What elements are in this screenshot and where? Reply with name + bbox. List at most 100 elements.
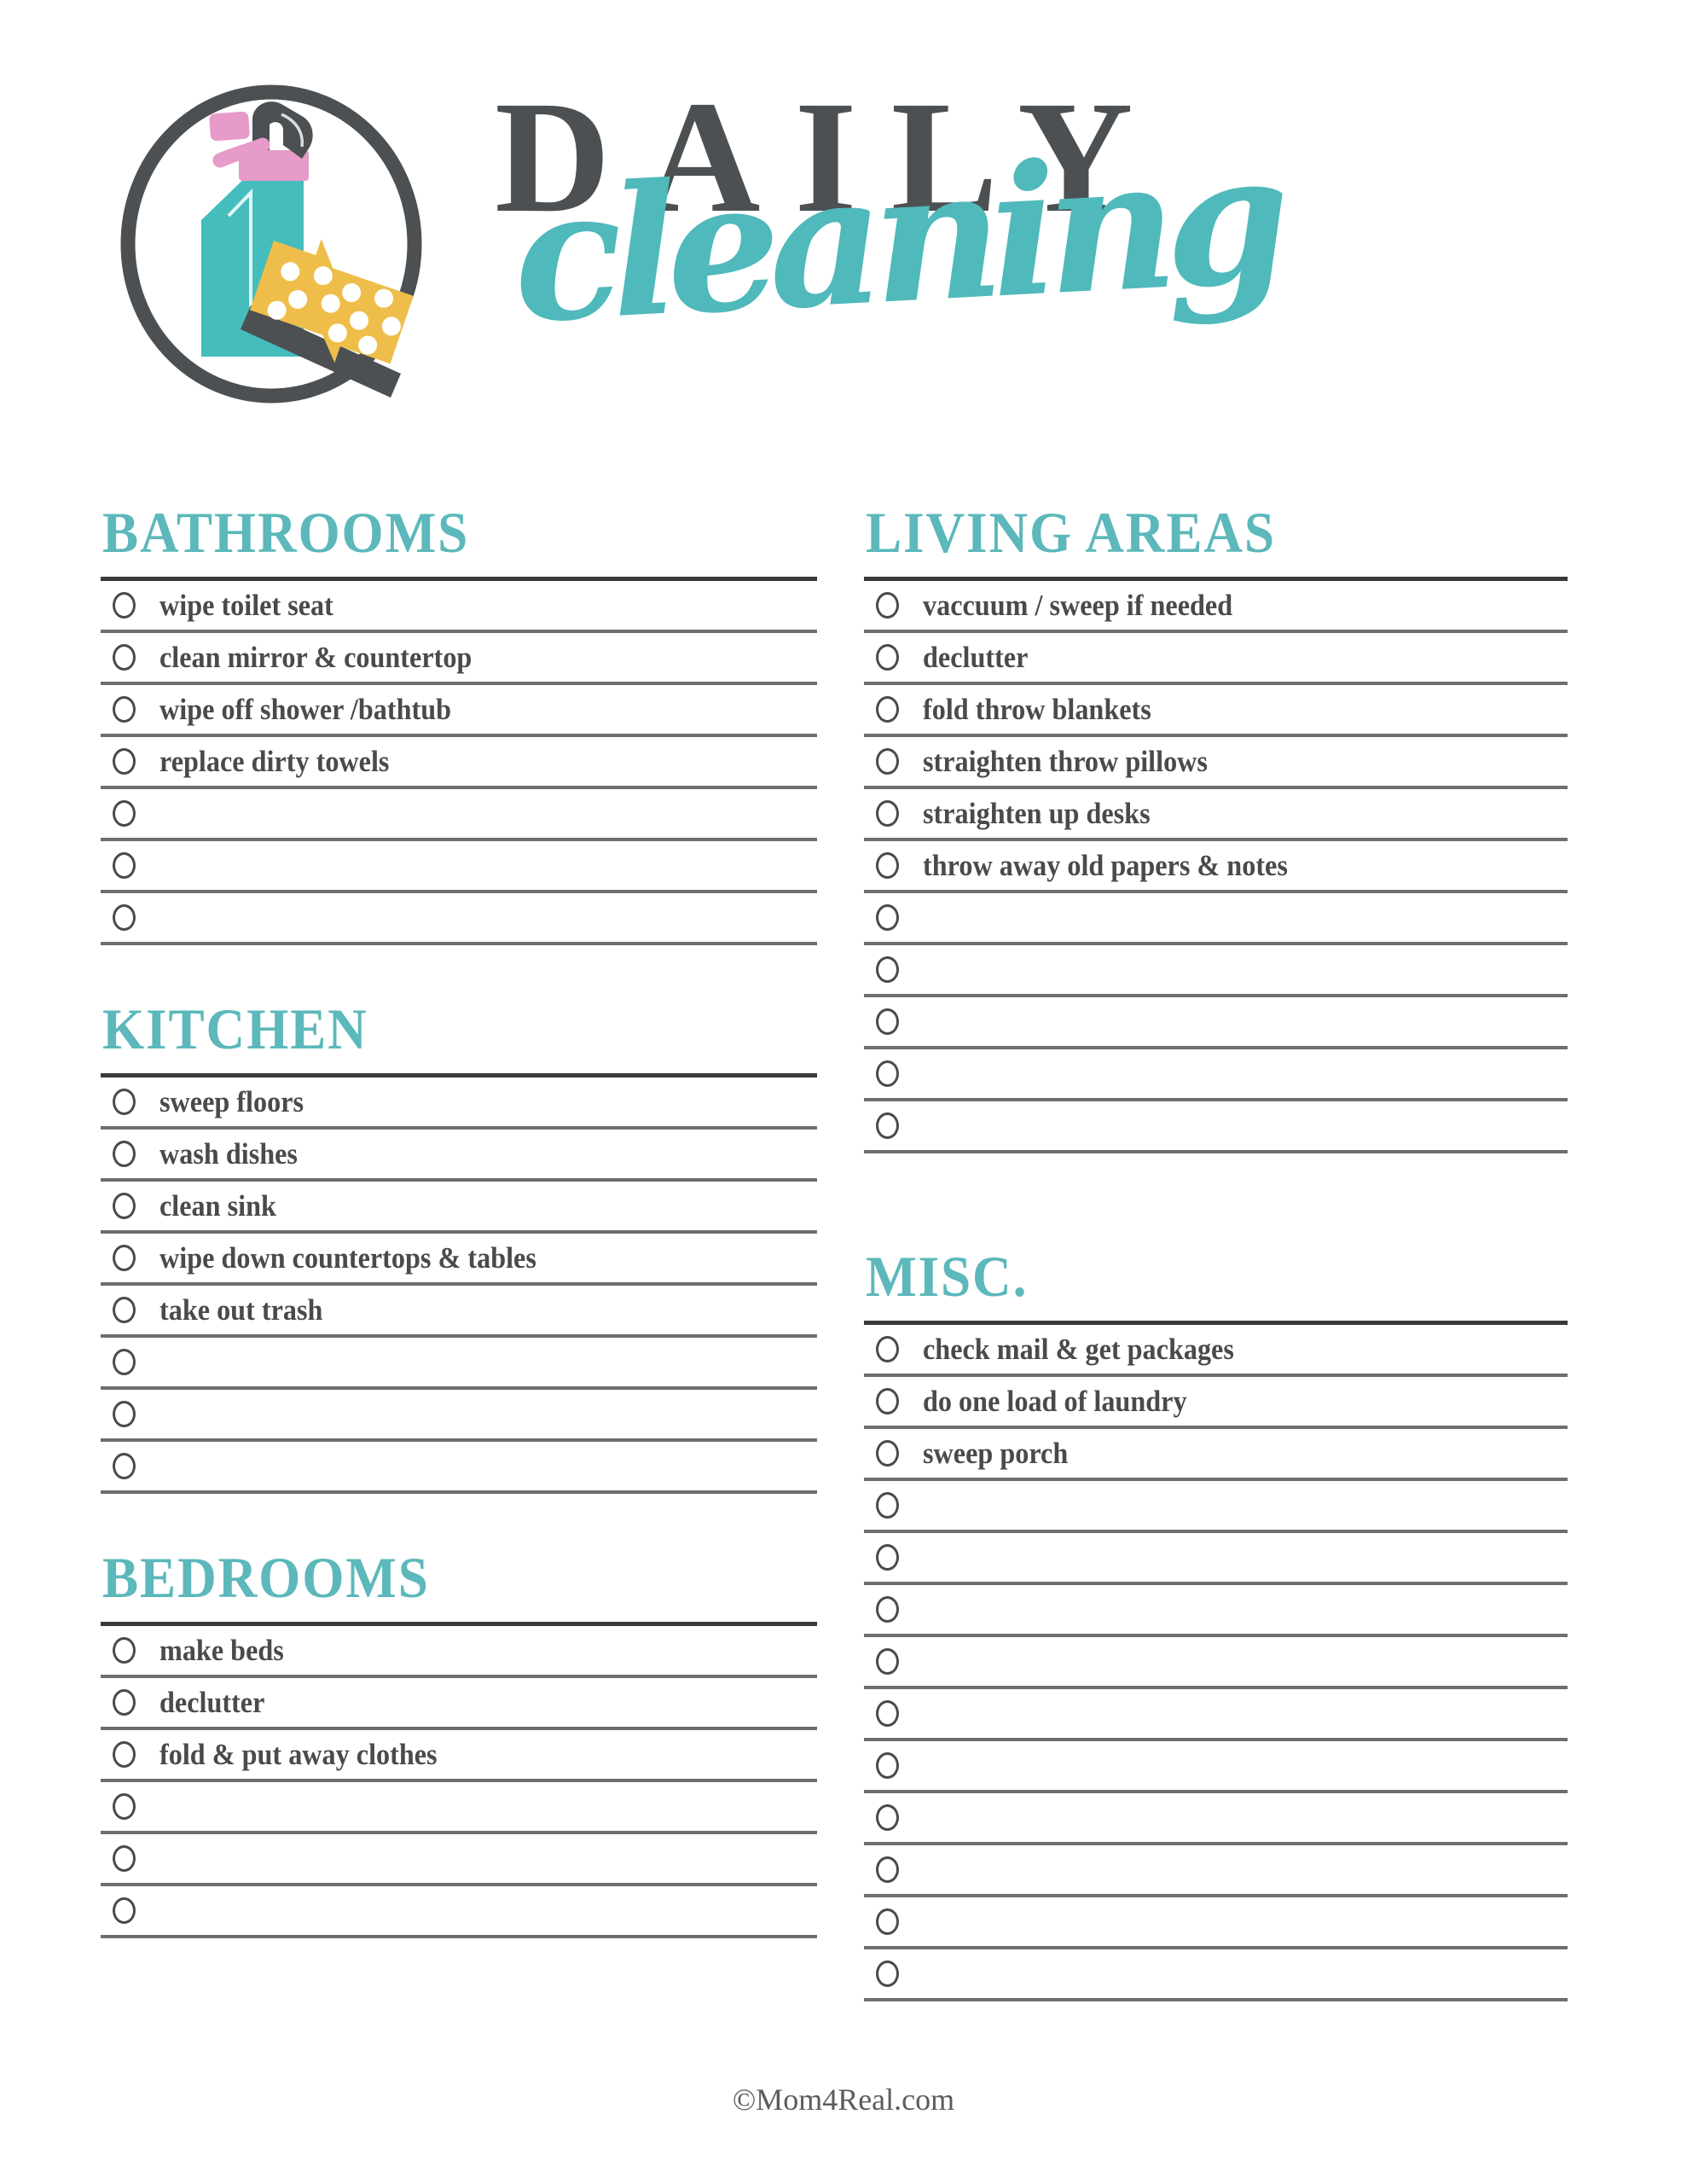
table-row-blank[interactable]: [864, 1845, 1568, 1897]
table-row[interactable]: wipe down countertops & tables: [101, 1234, 817, 1286]
table-row-blank[interactable]: [864, 1689, 1568, 1741]
table-row[interactable]: sweep floors: [101, 1077, 817, 1130]
checklist-item-label: make beds: [159, 1634, 284, 1667]
checkbox-circle-icon[interactable]: [876, 1856, 899, 1883]
table-row-blank[interactable]: [101, 1390, 817, 1442]
checkbox-circle-icon[interactable]: [876, 1752, 899, 1779]
table-row-blank[interactable]: [864, 1481, 1568, 1533]
table-row-blank[interactable]: [864, 1585, 1568, 1637]
checkbox-circle-icon[interactable]: [876, 696, 899, 723]
checkbox-circle-icon[interactable]: [113, 1845, 136, 1872]
table-row[interactable]: straighten up desks: [864, 789, 1568, 841]
checkbox-circle-icon[interactable]: [113, 1453, 136, 1479]
checkbox-circle-icon[interactable]: [876, 1908, 899, 1935]
table-row[interactable]: straighten throw pillows: [864, 737, 1568, 789]
checkbox-circle-icon[interactable]: [113, 904, 136, 931]
checkbox-circle-icon[interactable]: [113, 1193, 136, 1219]
section-title-bathrooms: BATHROOMS: [102, 500, 470, 565]
checklist-item-label: fold & put away clothes: [159, 1738, 438, 1771]
table-row-blank[interactable]: [864, 1533, 1568, 1585]
checkbox-circle-icon[interactable]: [876, 800, 899, 827]
table-row[interactable]: clean sink: [101, 1182, 817, 1234]
checkbox-circle-icon[interactable]: [876, 1060, 899, 1087]
checkbox-circle-icon[interactable]: [113, 1897, 136, 1924]
checkbox-circle-icon[interactable]: [113, 748, 136, 775]
table-row-blank[interactable]: [864, 1793, 1568, 1845]
table-row-blank[interactable]: [864, 1049, 1568, 1101]
table-row[interactable]: check mail & get packages: [864, 1325, 1568, 1377]
checkbox-circle-icon[interactable]: [113, 1089, 136, 1115]
table-row[interactable]: vaccuum / sweep if needed: [864, 581, 1568, 633]
checkbox-circle-icon[interactable]: [876, 956, 899, 983]
table-row-blank[interactable]: [864, 1897, 1568, 1949]
checkbox-circle-icon[interactable]: [113, 1401, 136, 1427]
checklist-bathrooms: wipe toilet seat clean mirror & counterto…: [101, 577, 817, 945]
checkbox-circle-icon[interactable]: [113, 852, 136, 879]
table-row-blank[interactable]: [101, 789, 817, 841]
checkbox-circle-icon[interactable]: [876, 748, 899, 775]
checklist-living-areas: vaccuum / sweep if needed declutter fold t…: [864, 577, 1568, 1153]
checkbox-circle-icon[interactable]: [876, 644, 899, 671]
checkbox-circle-icon[interactable]: [876, 1112, 899, 1139]
checkbox-circle-icon[interactable]: [876, 1440, 899, 1467]
checkbox-circle-icon[interactable]: [113, 1793, 136, 1820]
table-row-blank[interactable]: [864, 997, 1568, 1049]
checkbox-circle-icon[interactable]: [876, 904, 899, 931]
table-row[interactable]: clean mirror & countertop: [101, 633, 817, 685]
checkbox-circle-icon[interactable]: [113, 592, 136, 619]
checkbox-circle-icon[interactable]: [876, 1596, 899, 1623]
table-row-blank[interactable]: [101, 841, 817, 893]
copyright-text: ©Mom4Real.com: [732, 2082, 955, 2117]
table-row-blank[interactable]: [101, 1442, 817, 1494]
checkbox-circle-icon[interactable]: [876, 1700, 899, 1727]
checklist-item-label: declutter: [159, 1686, 265, 1719]
checkbox-circle-icon[interactable]: [113, 1245, 136, 1271]
checkbox-circle-icon[interactable]: [113, 1297, 136, 1323]
table-row[interactable]: fold & put away clothes: [101, 1730, 817, 1782]
table-row-blank[interactable]: [864, 1101, 1568, 1153]
table-row[interactable]: wipe off shower /bathtub: [101, 685, 817, 737]
checkbox-circle-icon[interactable]: [876, 1336, 899, 1362]
table-row-blank[interactable]: [101, 1338, 817, 1390]
table-row-blank[interactable]: [864, 893, 1568, 945]
table-row[interactable]: make beds: [101, 1626, 817, 1678]
checkbox-circle-icon[interactable]: [876, 852, 899, 879]
checkbox-circle-icon[interactable]: [876, 592, 899, 619]
table-row-blank[interactable]: [101, 1886, 817, 1938]
checkbox-circle-icon[interactable]: [113, 1689, 136, 1716]
checkbox-circle-icon[interactable]: [876, 1008, 899, 1035]
table-row[interactable]: declutter: [864, 633, 1568, 685]
checkbox-circle-icon[interactable]: [113, 1741, 136, 1768]
table-row[interactable]: fold throw blankets: [864, 685, 1568, 737]
table-row[interactable]: sweep porch: [864, 1429, 1568, 1481]
table-row[interactable]: throw away old papers & notes: [864, 841, 1568, 893]
checkbox-circle-icon[interactable]: [113, 800, 136, 827]
checkbox-circle-icon[interactable]: [876, 1544, 899, 1571]
table-row-blank[interactable]: [101, 1782, 817, 1834]
checklist-misc: check mail & get packages do one load of …: [864, 1321, 1568, 2001]
checkbox-circle-icon[interactable]: [113, 1637, 136, 1664]
table-row-blank[interactable]: [864, 945, 1568, 997]
table-row-blank[interactable]: [101, 893, 817, 945]
table-row[interactable]: take out trash: [101, 1286, 817, 1338]
table-row[interactable]: declutter: [101, 1678, 817, 1730]
table-row[interactable]: do one load of laundry: [864, 1377, 1568, 1429]
checkbox-circle-icon[interactable]: [113, 1141, 136, 1167]
checkbox-circle-icon[interactable]: [876, 1492, 899, 1519]
spray-bottle-and-sponge-icon: [101, 75, 459, 416]
checkbox-circle-icon[interactable]: [876, 1388, 899, 1414]
table-row[interactable]: wipe toilet seat: [101, 581, 817, 633]
checkbox-circle-icon[interactable]: [113, 1349, 136, 1375]
checkbox-circle-icon[interactable]: [876, 1648, 899, 1675]
checkbox-circle-icon[interactable]: [876, 1804, 899, 1831]
table-row[interactable]: wash dishes: [101, 1130, 817, 1182]
table-row[interactable]: replace dirty towels: [101, 737, 817, 789]
checkbox-circle-icon[interactable]: [113, 696, 136, 723]
checkbox-circle-icon[interactable]: [113, 644, 136, 671]
table-row-blank[interactable]: [864, 1949, 1568, 2001]
table-row-blank[interactable]: [101, 1834, 817, 1886]
table-row-blank[interactable]: [864, 1741, 1568, 1793]
checkbox-circle-icon[interactable]: [876, 1960, 899, 1987]
table-row-blank[interactable]: [864, 1637, 1568, 1689]
left-column: BATHROOMS wipe toilet seat clean mirror & …: [101, 503, 817, 1938]
